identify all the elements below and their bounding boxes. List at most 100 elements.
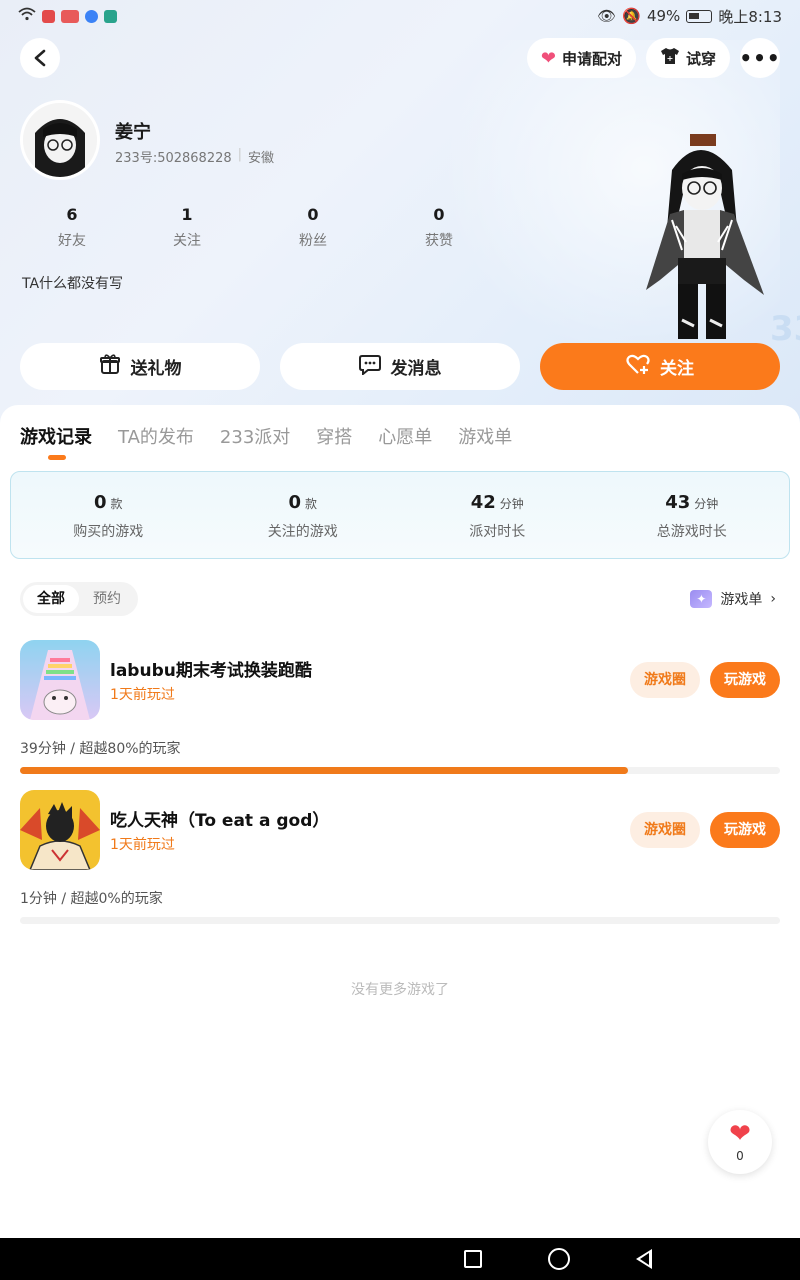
filter-all[interactable]: 全部 [23, 585, 79, 613]
avatar[interactable] [20, 100, 100, 180]
playtime-progress-bar [20, 917, 780, 924]
play-game-button[interactable]: 玩游戏 [710, 662, 780, 698]
tab-outfits[interactable]: 穿搭 [316, 423, 352, 449]
playtime-progress-fill [20, 767, 628, 774]
apply-pair-label: 申请配对 [561, 49, 622, 68]
heart-plus-icon [626, 353, 650, 380]
status-bar: 👁 🔕 49% 晚上8:13 [0, 0, 800, 32]
stat-label: 关注 [173, 233, 201, 249]
heart-icon: ❤ [729, 1119, 751, 1149]
profile-stats: 6 好友 1 关注 0 粉丝 0 获赞 [20, 205, 502, 250]
summary-label: 派对时长 [469, 524, 526, 540]
stat-value: 1 [181, 205, 193, 224]
eye-icon: 👁 [597, 7, 617, 25]
game-list-icon: ✦ [690, 590, 713, 608]
gift-icon [99, 353, 121, 380]
recent-apps-icon[interactable] [464, 1250, 482, 1268]
send-gift-label: 送礼物 [130, 359, 182, 379]
notification-app-icon [61, 9, 79, 23]
stat-following[interactable]: 1 关注 [124, 205, 250, 250]
stat-likes[interactable]: 0 获赞 [376, 205, 502, 250]
record-filter: 全部 预约 [20, 582, 138, 616]
send-message-button[interactable]: 发消息 [280, 343, 520, 390]
like-button[interactable]: ❤ 0 [708, 1110, 772, 1174]
chevron-right-icon: › [770, 591, 776, 607]
tab-ta-posts[interactable]: TA的发布 [118, 423, 194, 449]
play-game-button[interactable]: 玩游戏 [710, 812, 780, 848]
game-circle-button[interactable]: 游戏圈 [630, 812, 700, 848]
summary-unit: 款 [110, 497, 123, 511]
summary-followed[interactable]: 0款 关注的游戏 [206, 472, 401, 558]
game-title: 吃人天神（To eat a god） [110, 811, 330, 831]
content-panel: 游戏记录 TA的发布 233派对 穿搭 心愿单 游戏单 0款 购买的游戏 0款 … [0, 405, 800, 1238]
tab-game-lists[interactable]: 游戏单 [458, 423, 512, 449]
game-title: labubu期末考试换装跑酷 [110, 661, 312, 681]
summary-total-time[interactable]: 43 分钟 总游戏时长 [595, 472, 790, 558]
stat-label: 获赞 [425, 233, 453, 249]
battery-icon [686, 9, 713, 23]
game-summary-card: 0款 购买的游戏 0款 关注的游戏 42 分钟 派对时长 43 分钟 总游戏时长 [10, 471, 790, 559]
summary-value: 42 [470, 492, 496, 513]
summary-label: 购买的游戏 [73, 524, 144, 540]
stat-label: 粉丝 [299, 233, 327, 249]
tab-233-party[interactable]: 233派对 [220, 423, 290, 449]
tab-game-records[interactable]: 游戏记录 [20, 423, 92, 449]
chevron-left-icon [34, 49, 46, 67]
system-navigation-bar [0, 1238, 800, 1280]
summary-purchased[interactable]: 0款 购买的游戏 [11, 472, 206, 558]
summary-value: 43 [665, 492, 691, 513]
game-list-link[interactable]: ✦ 游戏单 › [690, 589, 776, 609]
game-icon-eat-a-god[interactable] [20, 790, 100, 870]
try-on-label: 试穿 [685, 49, 716, 68]
notification-app-icon [104, 9, 117, 23]
send-message-label: 发消息 [390, 359, 442, 379]
apply-pair-button[interactable]: ❤ 申请配对 [526, 38, 636, 78]
tab-wishlist[interactable]: 心愿单 [378, 423, 432, 449]
filter-reserve[interactable]: 预约 [79, 585, 135, 613]
profile-name: 姜宁 [115, 122, 151, 143]
heart-pair-icon: ❤ [540, 47, 556, 69]
no-more-games-text: 没有更多游戏了 [351, 982, 449, 998]
clock: 晚上8:13 [718, 7, 782, 26]
shirt-icon: + [660, 47, 680, 70]
profile-location: 安徽 [248, 151, 275, 166]
send-gift-button[interactable]: 送礼物 [20, 343, 260, 390]
profile-id: 233号:502868228 [115, 151, 232, 166]
stat-fans[interactable]: 0 粉丝 [250, 205, 376, 250]
game-circle-button[interactable]: 游戏圈 [630, 662, 700, 698]
game-list-label: 游戏单 [720, 592, 763, 608]
summary-unit: 款 [305, 497, 318, 511]
stat-friends[interactable]: 6 好友 [20, 205, 124, 250]
game-icon-labubu[interactable] [20, 640, 100, 720]
stat-value: 0 [433, 205, 445, 224]
home-icon[interactable] [548, 1248, 570, 1270]
stat-value: 6 [66, 205, 78, 224]
game-last-played: 1天前玩过 [110, 687, 175, 703]
notification-app-icon [85, 9, 98, 23]
profile-subinfo: 233号:502868228 | 安徽 [115, 147, 274, 166]
active-tab-indicator [48, 455, 66, 460]
back-button[interactable] [20, 38, 60, 78]
summary-party-time[interactable]: 42 分钟 派对时长 [400, 472, 595, 558]
follow-button[interactable]: 关注 [540, 343, 780, 390]
mute-bell-icon: 🔕 [622, 7, 641, 25]
try-on-button[interactable]: + 试穿 [645, 38, 730, 78]
tab-bar: 游戏记录 TA的发布 233派对 穿搭 心愿单 游戏单 [20, 423, 512, 449]
game-playtime: 39分钟 / 超越80%的玩家 [20, 741, 181, 757]
summary-value: 0 [93, 492, 107, 513]
avatar-character-figure[interactable]: 33 [620, 130, 800, 350]
battery-percent: 49% [646, 7, 681, 25]
follow-label: 关注 [660, 359, 694, 379]
message-icon [358, 353, 381, 380]
summary-value: 0 [288, 492, 301, 513]
svg-text:+: + [667, 54, 674, 63]
stat-value: 0 [307, 205, 319, 224]
avatar-character-icon [23, 103, 97, 177]
divider: | [237, 147, 243, 162]
game-last-played: 1天前玩过 [110, 837, 175, 853]
back-triangle-icon[interactable] [636, 1249, 652, 1269]
more-button[interactable]: ••• [739, 38, 781, 78]
summary-unit: 分钟 [694, 497, 719, 511]
wifi-icon [18, 7, 36, 25]
more-dots-icon: ••• [739, 46, 781, 70]
